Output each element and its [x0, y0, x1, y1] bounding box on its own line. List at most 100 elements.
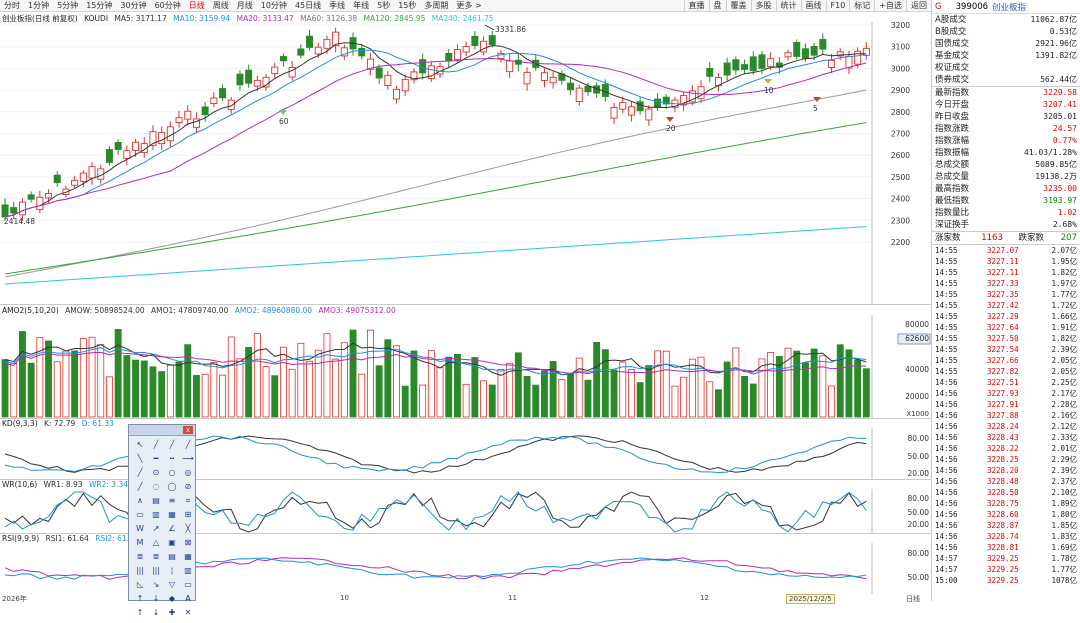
draw-tool-icon[interactable]: ▤ [165, 551, 179, 563]
draw-tool-icon[interactable]: ▥ [149, 509, 163, 521]
draw-tool-icon[interactable]: A [181, 593, 195, 605]
toolbar-button[interactable]: 多股 [750, 0, 776, 12]
period-tab[interactable]: 周线 [209, 0, 233, 11]
draw-tool-icon[interactable]: ○ [165, 467, 179, 479]
period-tab[interactable]: 45日线 [291, 0, 325, 11]
draw-tool-icon[interactable]: ▭ [133, 509, 147, 521]
draw-tool-icon[interactable]: ↘ [149, 579, 163, 591]
draw-tool-icon[interactable]: ▣ [165, 537, 179, 549]
period-tab[interactable]: 15分钟 [82, 0, 116, 11]
draw-tool-icon[interactable]: ◌ [149, 481, 163, 493]
draw-tool-icon[interactable]: ||| [133, 565, 147, 577]
period-tab[interactable]: 分时 [0, 0, 24, 11]
toolbar-button[interactable]: 盘 [708, 0, 726, 12]
drawing-tools-palette[interactable]: x ↖ ╱ ╱ ╱ ╲ ━ ┅ ⟶ ╱ ⊙ ○ ◎ ╱ ◌ ◯ ⊘ ∧ ▤ ≡ ⌗ ▭ ▥ ▦ ⊞ W ↗ ∠ ╳ M △ ▣ ⊠ ≣ ≣ ▤ ▦ ||… [128, 424, 196, 617]
draw-tool-icon[interactable]: ↓ [149, 607, 163, 619]
tick-time: 14:55 [935, 257, 958, 266]
period-tab[interactable]: 5分钟 [53, 0, 82, 11]
period-tab[interactable]: 5秒 [373, 0, 394, 11]
draw-tool-icon[interactable]: ╲ [133, 453, 147, 465]
x-cursor-date: 2025/12/2/5 [786, 594, 835, 604]
draw-tool-icon[interactable]: ↑ [133, 593, 147, 605]
draw-tool-icon[interactable]: ≣ [149, 551, 163, 563]
period-tab[interactable]: 年线 [349, 0, 373, 11]
draw-tool-icon[interactable]: ⊘ [181, 481, 195, 493]
amount-bar [271, 375, 279, 418]
draw-tool-icon[interactable]: ◆ [165, 593, 179, 605]
draw-tool-icon[interactable]: ▦ [165, 509, 179, 521]
draw-tool-icon[interactable]: ⊠ [181, 537, 195, 549]
draw-tool-icon[interactable]: ◯ [165, 481, 179, 493]
draw-tool-icon[interactable]: M [133, 537, 147, 549]
draw-tool-icon[interactable]: ▥ [181, 565, 195, 577]
draw-tool-icon[interactable]: ||| [149, 565, 163, 577]
turnover-row-label: 债券成交 [935, 75, 970, 85]
drawing-tools-titlebar[interactable]: x [129, 425, 195, 436]
draw-tool-icon[interactable]: ⌗ [181, 495, 195, 507]
draw-tool-icon[interactable]: ◎ [181, 467, 195, 479]
toolbar-button[interactable]: +自选 [874, 0, 906, 12]
draw-tool-icon[interactable]: ╱ [133, 481, 147, 493]
draw-tool-icon[interactable]: ↑ [133, 607, 147, 619]
draw-tool-icon[interactable]: ▽ [165, 579, 179, 591]
toolbar-button[interactable]: 标记 [849, 0, 874, 12]
draw-tool-icon[interactable]: ╱ [149, 439, 163, 451]
draw-tool-icon[interactable]: ¦ [165, 565, 179, 577]
toolbar-button[interactable]: 统计 [775, 0, 801, 12]
period-tab[interactable]: 日线 [185, 0, 209, 11]
draw-tool-icon[interactable]: ✕ [181, 607, 195, 619]
draw-tool-icon[interactable]: ┅ [165, 453, 179, 465]
period-tab[interactable]: 季线 [325, 0, 349, 11]
tick-price: 3228.50 [987, 488, 1019, 497]
period-tab[interactable]: 更多 > [452, 0, 485, 11]
draw-tool-icon[interactable]: ↓ [149, 593, 163, 605]
toolbar-button[interactable]: 返回 [906, 0, 931, 12]
period-tab[interactable]: 60分钟 [151, 0, 185, 11]
draw-tool-icon[interactable]: ↗ [149, 523, 163, 535]
draw-tool-icon[interactable]: △ [149, 537, 163, 549]
draw-tool-icon[interactable]: ╱ [165, 439, 179, 451]
period-tab[interactable]: 月线 [233, 0, 257, 11]
draw-tool-icon[interactable]: ▭ [181, 579, 195, 591]
draw-tool-icon[interactable]: ◺ [133, 579, 147, 591]
draw-tool-icon[interactable]: ∠ [165, 523, 179, 535]
draw-tool-icon[interactable]: ▦ [181, 551, 195, 563]
draw-tool-icon[interactable]: ⊙ [149, 467, 163, 479]
turnover-row-value: 11062.87亿 [1030, 15, 1077, 24]
toolbar-button[interactable]: 直播 [683, 0, 709, 12]
draw-tool-icon[interactable]: ⊞ [181, 509, 195, 521]
tick-time: 14:56 [935, 521, 958, 530]
period-tab[interactable]: 10分钟 [257, 0, 291, 11]
toolbar-button[interactable]: 覆盖 [725, 0, 751, 12]
rsi-title: RSI(9,9,9) [2, 534, 40, 543]
draw-tool-icon[interactable]: ▤ [149, 495, 163, 507]
toolbar-button[interactable]: 画线 [800, 0, 826, 12]
period-tab[interactable]: 多周期 [420, 0, 452, 11]
candlestick-chart[interactable]: 3200 3100 3000 2900 2800 2700 2600 2500 2400 2300… [0, 22, 931, 305]
draw-tool-icon[interactable]: ≡ [165, 495, 179, 507]
tick-volume: 1.77亿 [1051, 565, 1077, 574]
toolbar-button[interactable]: F10 [825, 0, 850, 12]
draw-tool-icon[interactable]: ↖ [133, 439, 147, 451]
period-tab[interactable]: 15秒 [394, 0, 420, 11]
y-tick-label: 2200 [891, 238, 910, 247]
draw-tool-icon[interactable]: W [133, 523, 147, 535]
amount-bar [149, 366, 157, 418]
draw-tool-icon[interactable]: ╱ [133, 467, 147, 479]
candle [36, 196, 44, 211]
draw-tool-icon[interactable]: ╱ [181, 439, 195, 451]
amount-bar [793, 350, 801, 418]
tick-list[interactable]: 14:55 3227.07 2.07亿 14:55 3227.11 1.95亿 14:55 3… [932, 245, 1080, 586]
stat-row-label: 指数涨幅 [935, 136, 970, 146]
period-tab[interactable]: 30分钟 [116, 0, 150, 11]
draw-tool-icon[interactable]: ≣ [133, 551, 147, 563]
draw-tool-icon[interactable]: ✚ [165, 607, 179, 619]
draw-tool-icon[interactable]: ━ [149, 453, 163, 465]
tick-row: 14:56 3227.51 2.25亿 [932, 377, 1080, 388]
draw-tool-icon[interactable]: ⟶ [181, 453, 195, 465]
amount-chart[interactable]: 80000 62600 40000 20000 X1000 [0, 315, 931, 419]
close-icon[interactable]: x [183, 426, 193, 434]
period-tab[interactable]: 1分钟 [24, 0, 53, 11]
draw-tool-icon[interactable]: ╳ [181, 523, 195, 535]
draw-tool-icon[interactable]: ∧ [133, 495, 147, 507]
